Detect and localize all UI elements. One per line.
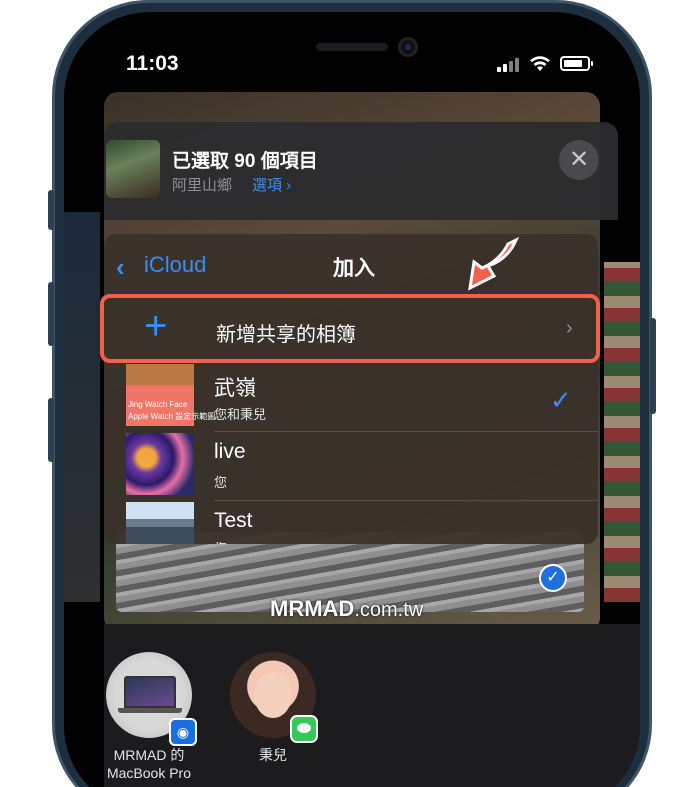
back-button-label[interactable]: iCloud: [144, 252, 206, 278]
annotation-highlight-box: [100, 294, 600, 363]
panel-title: 加入: [333, 257, 375, 280]
album-members: 您: [214, 475, 228, 490]
side-button-power: [650, 318, 656, 414]
watermark-brand: MRMAD: [270, 596, 355, 621]
background-photo-right: [604, 262, 640, 602]
album-thumbnail: [126, 502, 194, 544]
album-name: Test: [214, 509, 253, 532]
album-members: 您: [214, 538, 227, 544]
macbook-base: [118, 708, 182, 713]
macbook-icon: [124, 676, 176, 708]
album-thumbnail-caption: Apple Watch 設定示範圖: [128, 412, 216, 421]
selection-count-title: 已選取 90 個項目: [172, 151, 318, 172]
contact-name: MRMAD 的: [113, 747, 185, 763]
album-name: live: [214, 440, 246, 463]
background-photo-left: [64, 212, 100, 602]
album-members: 您和秉兒: [214, 407, 267, 422]
album-thumbnail-caption: Jing Watch Face: [128, 400, 188, 409]
side-button-silent: [48, 190, 54, 230]
side-button-volume-up: [48, 282, 54, 346]
side-button-volume-down: [48, 398, 54, 462]
location-subtitle: 阿里山鄉: [172, 177, 233, 194]
options-link[interactable]: 選項 ›: [252, 174, 291, 195]
contact-name: 秉兒: [259, 747, 287, 763]
status-time: 11:03: [126, 52, 179, 75]
album-thumbnail: [126, 433, 194, 495]
checkmark-icon: ✓: [550, 385, 572, 415]
annotation-arrow-icon: [468, 236, 519, 291]
front-camera: [398, 37, 418, 57]
selected-check-icon[interactable]: ✓: [539, 564, 567, 592]
back-chevron-icon[interactable]: ‹: [116, 252, 125, 283]
battery-icon: [560, 56, 593, 71]
cellular-signal-icon: [497, 58, 519, 72]
selection-thumbnail: [106, 140, 160, 198]
watermark-domain: .com.tw: [354, 599, 424, 621]
watermark: MRMAD.com.tw: [270, 596, 423, 622]
memoji-face: [254, 672, 292, 718]
album-name: 武嶺: [214, 377, 256, 400]
speaker-grille: [316, 43, 388, 51]
messages-icon: [290, 715, 318, 743]
contact-name: MacBook Pro: [106, 765, 192, 781]
phone-screen: 11:03 ✓ 已選取 90 個項目 阿里山鄉 選項 › ✕ ‹ iCloud …: [64, 12, 640, 787]
airdrop-icon: ◉: [169, 718, 197, 746]
close-button[interactable]: ✕: [559, 140, 599, 180]
wifi-icon: [530, 56, 550, 71]
